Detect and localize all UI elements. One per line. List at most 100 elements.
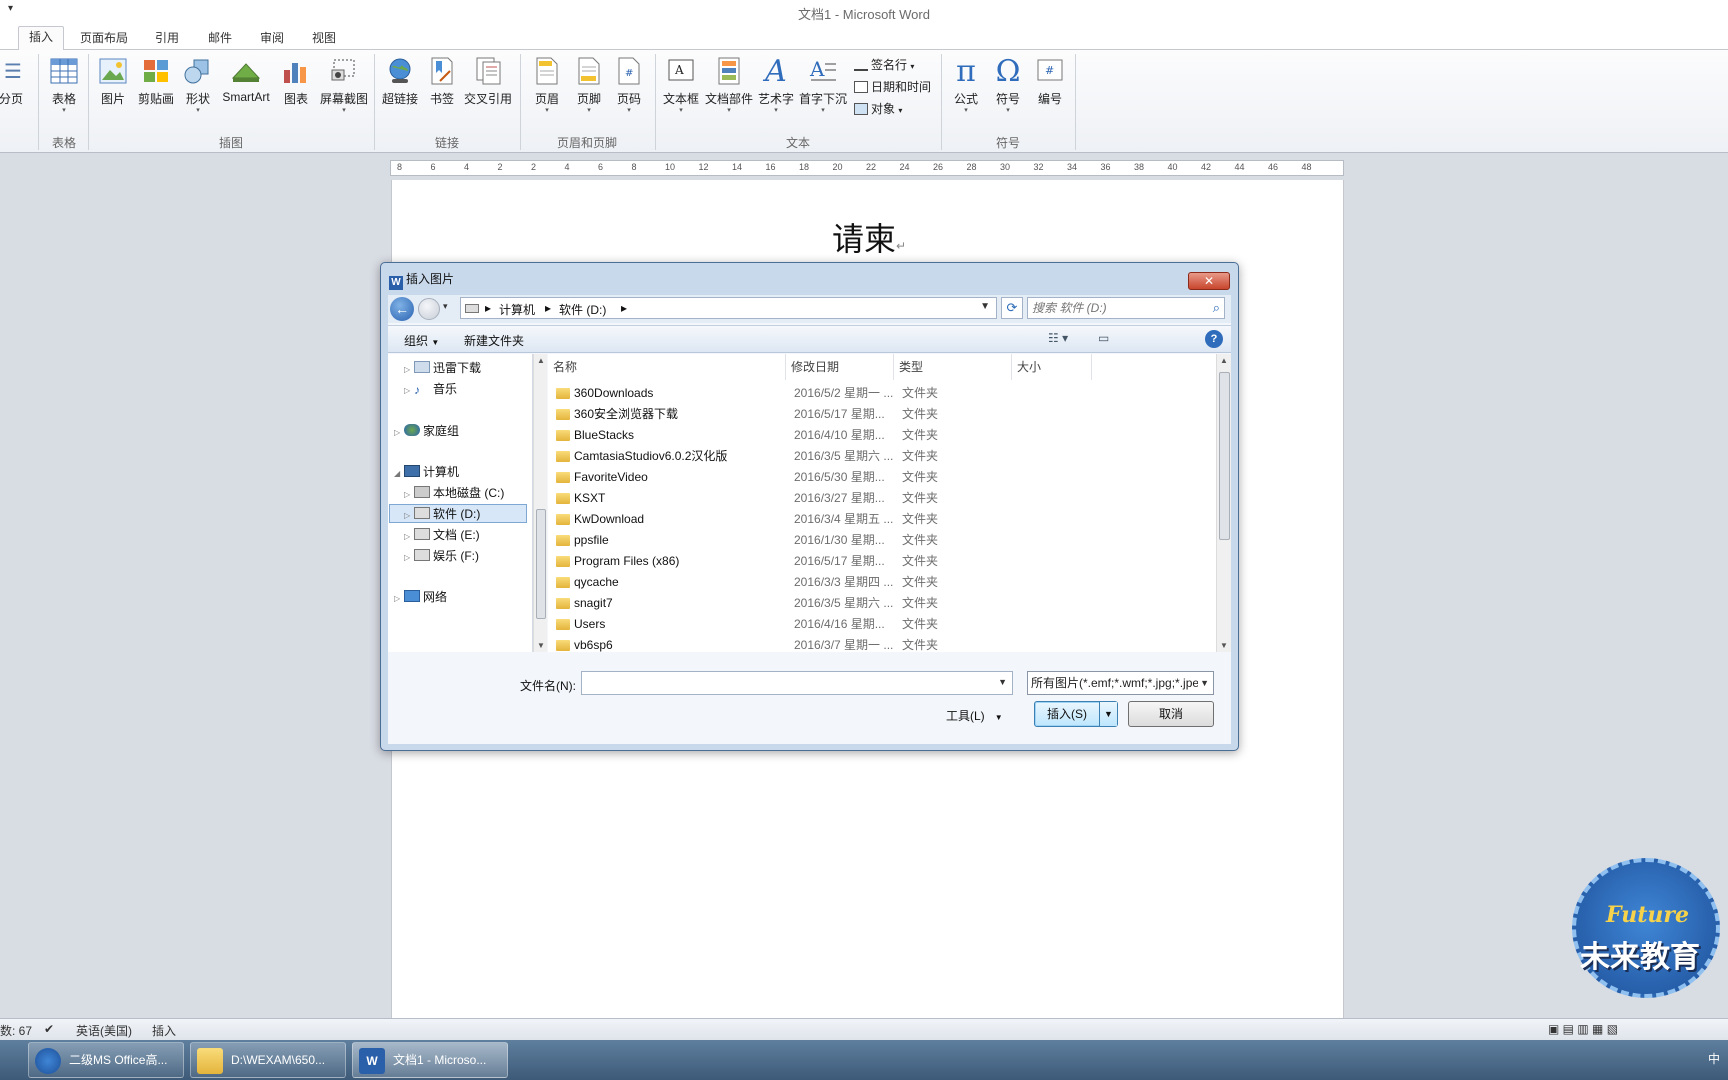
back-button[interactable]: ← — [390, 297, 414, 321]
file-row[interactable]: 360安全浏览器下载 2016/5/17 星期... 文件夹 — [548, 404, 1216, 425]
file-row[interactable]: snagit7 2016/3/5 星期六 ... 文件夹 — [548, 593, 1216, 614]
taskbar-item-office[interactable]: 二级MS Office高... — [28, 1042, 184, 1078]
recent-pages-dropdown[interactable]: ▾ — [443, 301, 448, 312]
file-row[interactable]: Users 2016/4/16 星期... 文件夹 — [548, 614, 1216, 635]
proofing-icon[interactable]: ✔ — [44, 1022, 54, 1036]
tab-view[interactable]: 视图 — [302, 28, 346, 50]
date-time-button[interactable]: 日期和时间 — [854, 78, 931, 95]
tab-references[interactable]: 引用 — [145, 28, 189, 50]
nav-item-music[interactable]: ▷ ♪ 音乐 — [404, 380, 457, 397]
symbol-button[interactable]: Ω 符号 ▾ — [990, 54, 1026, 115]
chevron-down-icon[interactable]: ▼ — [998, 677, 1007, 687]
drop-cap-button[interactable]: A 首字下沉 ▾ — [798, 56, 848, 115]
file-row[interactable]: BlueStacks 2016/4/10 星期... 文件夹 — [548, 425, 1216, 446]
insert-button[interactable]: 插入(S) ▼ — [1034, 701, 1118, 727]
column-header-date[interactable]: 修改日期 — [786, 354, 894, 380]
nav-item-drive-e[interactable]: ▷ 文档 (E:) — [404, 526, 480, 543]
address-dropdown[interactable]: ▼ — [980, 301, 990, 312]
filename-combobox[interactable]: ▼ — [581, 671, 1013, 695]
horizontal-ruler[interactable]: 8 6 4 2 2 4 6 8 10 12 14 16 18 20 22 24 26 28 30 32 34 36 38 40… — [390, 160, 1344, 176]
language-indicator[interactable]: 英语(美国) — [76, 1022, 132, 1039]
scroll-up-arrow[interactable]: ▲ — [1220, 356, 1228, 365]
scroll-up-arrow[interactable]: ▲ — [537, 356, 545, 365]
refresh-button[interactable]: ⟳ — [1001, 297, 1023, 319]
textbox-button[interactable]: A 文本框 ▾ — [660, 56, 702, 115]
tab-review[interactable]: 审阅 — [250, 28, 294, 50]
hyperlink-button[interactable]: 超链接 — [380, 56, 420, 107]
footer-button[interactable]: 页脚 ▾ — [572, 56, 606, 115]
page-number-button[interactable]: # 页码 ▾ — [612, 56, 646, 115]
header-button[interactable]: 页眉 ▾ — [530, 56, 564, 115]
nav-item-thunder-download[interactable]: ▷ 迅雷下载 — [404, 359, 481, 376]
document-heading[interactable]: 请柬↵ — [832, 214, 906, 260]
tab-insert[interactable]: 插入 — [18, 26, 65, 51]
file-row[interactable]: qycache 2016/3/3 星期四 ... 文件夹 — [548, 572, 1216, 593]
signature-line-button[interactable]: 签名行 ▾ — [854, 56, 914, 73]
file-row[interactable]: CamtasiaStudiov6.0.2汉化版 2016/3/5 星期六 ... 文… — [548, 446, 1216, 467]
system-tray[interactable]: 中 — [1708, 1050, 1720, 1067]
screenshot-button[interactable]: 屏幕截图 ▾ — [318, 56, 370, 115]
numbering-button[interactable]: # 编号 — [1032, 56, 1068, 107]
page-break-button[interactable]: ☰ 分页 — [0, 56, 24, 107]
wordart-button[interactable]: A 艺术字 ▾ — [756, 54, 796, 115]
tab-page-layout[interactable]: 页面布局 — [70, 28, 138, 50]
organize-button[interactable]: 组织 ▼ — [404, 332, 439, 349]
file-row[interactable]: FavoriteVideo 2016/5/30 星期... 文件夹 — [548, 467, 1216, 488]
tools-menu[interactable]: 工具(L) ▼ — [946, 707, 1003, 724]
bookmark-button[interactable]: 书签 — [426, 56, 458, 107]
nav-item-network[interactable]: ▷ 网络 — [394, 588, 447, 605]
insert-options-dropdown[interactable]: ▼ — [1099, 702, 1117, 726]
close-button[interactable]: ✕ — [1188, 272, 1230, 290]
column-header-name[interactable]: 名称 — [548, 354, 786, 380]
filetype-select[interactable]: 所有图片(*.emf;*.wmf;*.jpg;*.jpeg ▼ — [1027, 671, 1214, 695]
insert-mode-indicator[interactable]: 插入 — [152, 1022, 176, 1039]
scroll-down-arrow[interactable]: ▼ — [1220, 641, 1228, 650]
taskbar-item-explorer[interactable]: D:\WEXAM\650... — [190, 1042, 346, 1078]
table-button[interactable]: 表格 ▾ — [44, 56, 84, 115]
nav-scrollbar[interactable]: ▲ ▼ — [533, 354, 547, 652]
tab-mailings[interactable]: 邮件 — [198, 28, 242, 50]
file-row[interactable]: vb6sp6 2016/3/7 星期一 ... 文件夹 — [548, 635, 1216, 652]
scroll-thumb[interactable] — [1219, 372, 1230, 540]
ime-indicator[interactable]: 中 — [1708, 1052, 1720, 1066]
file-list-scrollbar[interactable]: ▲ ▼ — [1216, 354, 1231, 652]
view-buttons[interactable]: ▣ ▤ ▥ ▦ ▧ — [1548, 1022, 1618, 1036]
quick-parts-button[interactable]: 文档部件 ▾ — [704, 56, 754, 115]
file-row[interactable]: 360Downloads 2016/5/2 星期一 ... 文件夹 — [548, 383, 1216, 404]
file-row[interactable]: ppsfile 2016/1/30 星期... 文件夹 — [548, 530, 1216, 551]
chart-button[interactable]: 图表 — [280, 56, 312, 107]
clipart-button[interactable]: 剪贴画 — [134, 56, 178, 107]
preview-pane-icon[interactable]: ▭ — [1098, 331, 1109, 345]
scroll-thumb[interactable] — [536, 509, 546, 619]
column-header-type[interactable]: 类型 — [894, 354, 1012, 380]
shapes-button[interactable]: 形状 ▾ — [182, 56, 214, 115]
new-folder-button[interactable]: 新建文件夹 — [464, 332, 524, 349]
nav-item-drive-f[interactable]: ▷ 娱乐 (F:) — [404, 547, 479, 564]
picture-button[interactable]: 图片 — [96, 56, 130, 107]
forward-button[interactable] — [418, 298, 440, 320]
taskbar-item-word[interactable]: W 文档1 - Microso... — [352, 1042, 508, 1078]
address-bar[interactable]: ▸ 计算机 ▸ 软件 (D:) ▸ ▼ — [460, 297, 997, 319]
search-box[interactable]: ⌕ — [1027, 297, 1225, 319]
nav-item-homegroup[interactable]: ▷ 家庭组 — [394, 422, 459, 439]
breadcrumb-computer[interactable]: 计算机 — [499, 301, 535, 318]
filename-input[interactable] — [585, 673, 985, 693]
breadcrumb-drive-d[interactable]: 软件 (D:) — [559, 301, 606, 318]
smartart-button[interactable]: SmartArt — [218, 56, 274, 104]
file-row[interactable]: KSXT 2016/3/27 星期... 文件夹 — [548, 488, 1216, 509]
search-input[interactable] — [1032, 300, 1200, 316]
word-count[interactable]: 数: 67 — [0, 1022, 32, 1039]
cross-reference-button[interactable]: 交叉引用 — [462, 56, 514, 107]
nav-item-drive-d[interactable]: ▷ 软件 (D:) — [389, 504, 527, 523]
file-row[interactable]: Program Files (x86) 2016/5/17 星期... 文件夹 — [548, 551, 1216, 572]
nav-item-computer[interactable]: ◢ 计算机 — [394, 463, 459, 480]
equation-button[interactable]: π 公式 ▾ — [948, 54, 984, 115]
file-row[interactable]: KwDownload 2016/3/4 星期五 ... 文件夹 — [548, 509, 1216, 530]
column-header-size[interactable]: 大小 — [1012, 354, 1092, 380]
help-icon[interactable]: ? — [1205, 330, 1223, 348]
view-options-button[interactable]: ☷ ▾ — [1048, 331, 1068, 345]
cancel-button[interactable]: 取消 — [1128, 701, 1214, 727]
scroll-down-arrow[interactable]: ▼ — [537, 641, 545, 650]
object-button[interactable]: 对象 ▾ — [854, 100, 902, 117]
nav-item-drive-c[interactable]: ▷ 本地磁盘 (C:) — [404, 484, 504, 501]
